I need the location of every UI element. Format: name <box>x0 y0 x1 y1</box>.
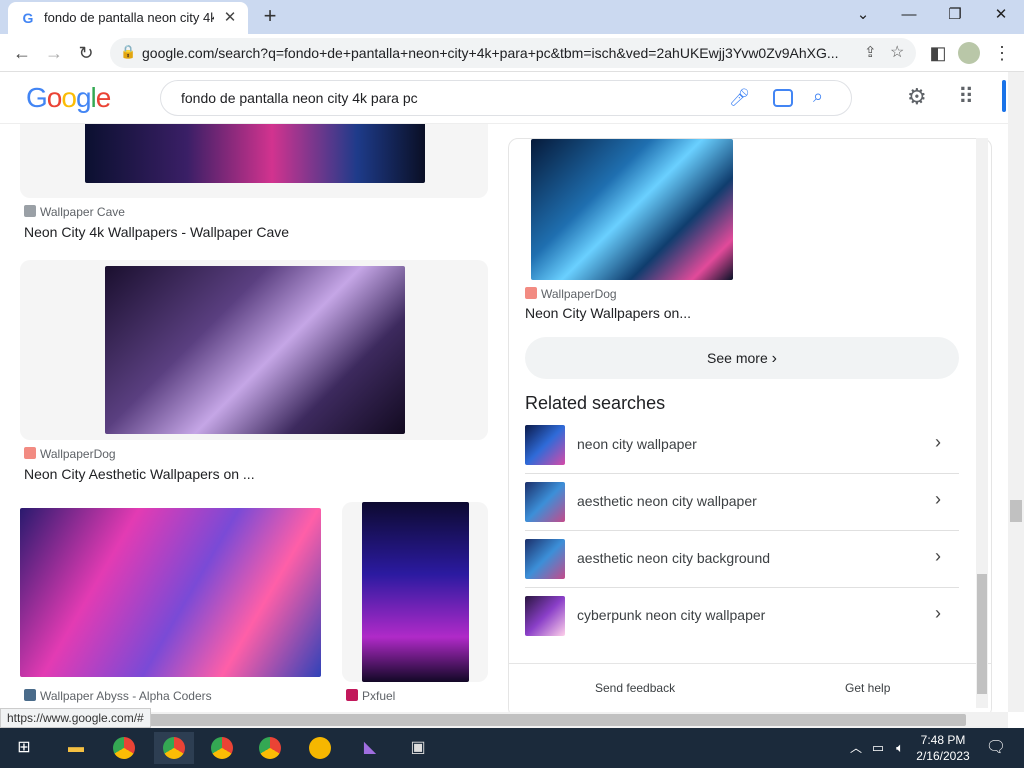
close-tab-icon[interactable]: ✕ <box>220 8 240 28</box>
image-results: Wallpaper Cave Neon City 4k Wallpapers -… <box>0 124 1008 712</box>
new-tab-button[interactable]: + <box>258 5 282 29</box>
close-window-button[interactable]: ✕ <box>986 4 1016 26</box>
image-card[interactable] <box>20 260 488 440</box>
tab-search-icon[interactable]: ⌄ <box>848 4 878 26</box>
result-title[interactable]: Neon City Aesthetic Wallpapers on ... <box>24 466 255 482</box>
image-card[interactable] <box>342 502 488 682</box>
result-source[interactable]: Pxfuel <box>346 689 395 703</box>
chrome-b-icon[interactable] <box>202 732 242 764</box>
related-search-item[interactable]: cyberpunk neon city wallpaper › <box>525 588 959 645</box>
panel-scrollbar-thumb[interactable] <box>977 574 987 694</box>
image-card[interactable] <box>20 124 488 198</box>
chevron-right-icon: › <box>935 432 941 452</box>
visual-studio-icon[interactable]: ◣ <box>350 732 390 764</box>
preview-panel: WallpaperDog Neon City Wallpapers on... … <box>508 138 992 712</box>
see-more-label: See more <box>707 350 768 366</box>
google-header: Google fondo de pantalla neon city 4k pa… <box>0 72 1008 124</box>
app-window-icon[interactable]: ▣ <box>398 732 438 764</box>
result-source[interactable]: Wallpaper Cave <box>24 205 125 219</box>
settings-gear-icon[interactable]: ⚙ <box>907 84 927 110</box>
canary-icon[interactable] <box>300 732 340 764</box>
panel-footer: Send feedback Get help <box>509 663 991 712</box>
search-input[interactable]: fondo de pantalla neon city 4k para pc <box>181 90 418 106</box>
clock-time: 7:48 PM <box>920 733 966 747</box>
restore-button[interactable]: ❐ <box>940 4 970 26</box>
profile-avatar[interactable] <box>958 42 980 64</box>
chevron-right-icon: › <box>935 489 941 509</box>
windows-start-icon[interactable]: ⊞ <box>4 732 44 764</box>
file-explorer-icon[interactable]: ▬ <box>56 732 96 764</box>
result-image[interactable] <box>362 502 469 682</box>
result-image[interactable] <box>85 124 425 183</box>
related-search-item[interactable]: neon city wallpaper › <box>525 417 959 474</box>
forward-icon[interactable]: → <box>42 41 66 65</box>
related-thumbnail <box>525 425 565 465</box>
address-bar[interactable]: 🔒 google.com/search?q=fondo+de+pantalla+… <box>110 38 916 68</box>
profile-sliver[interactable] <box>1002 80 1006 112</box>
chevron-right-icon: › <box>935 546 941 566</box>
related-search-item[interactable]: aesthetic neon city wallpaper › <box>525 474 959 531</box>
related-label: cyberpunk neon city wallpaper <box>577 607 766 623</box>
search-box[interactable]: fondo de pantalla neon city 4k para pc 🎤… <box>160 80 852 116</box>
chrome-icon[interactable] <box>104 732 144 764</box>
minimize-button[interactable]: — <box>894 4 924 26</box>
clock-date: 2/16/2023 <box>916 749 970 763</box>
lock-icon[interactable]: 🔒 <box>120 44 136 60</box>
google-favicon-icon: G <box>22 10 34 26</box>
related-thumbnail <box>525 596 565 636</box>
related-searches-heading: Related searches <box>525 393 666 413</box>
related-label: aesthetic neon city background <box>577 550 771 566</box>
url-text[interactable]: google.com/search?q=fondo+de+pantalla+ne… <box>142 45 854 61</box>
chevron-right-icon: › <box>935 603 941 623</box>
send-feedback-link[interactable]: Send feedback <box>595 681 675 695</box>
vertical-scrollbar[interactable] <box>1008 72 1024 712</box>
result-source[interactable]: Wallpaper Abyss - Alpha Coders <box>24 689 212 703</box>
windows-taskbar: ⊞ ▬ ◣ ▣ ︿ ▭ 🔈︎ 7:48 PM 2/16/2023 🗨︎ <box>0 728 1024 768</box>
back-icon[interactable]: ← <box>10 41 34 65</box>
chrome-profile-icon[interactable] <box>154 732 194 764</box>
tab-strip: G fondo de pantalla neon city 4k pa ✕ + … <box>0 0 1024 34</box>
google-logo[interactable]: Google <box>26 82 111 114</box>
microphone-icon[interactable]: 🎤︎ <box>729 88 751 108</box>
share-icon[interactable]: ⇪ <box>864 43 877 61</box>
related-label: aesthetic neon city wallpaper <box>577 493 757 509</box>
get-help-link[interactable]: Get help <box>845 681 890 695</box>
panel-source[interactable]: WallpaperDog <box>525 287 617 301</box>
result-source[interactable]: WallpaperDog <box>24 447 116 461</box>
chevron-right-icon: › <box>771 350 777 367</box>
panel-image[interactable] <box>531 139 733 280</box>
related-search-item[interactable]: aesthetic neon city background › <box>525 531 959 588</box>
search-icon[interactable]: ⌕ <box>813 86 823 107</box>
chrome-d-icon[interactable] <box>250 732 290 764</box>
related-thumbnail <box>525 482 565 522</box>
notifications-icon[interactable]: 🗨︎ <box>976 732 1016 764</box>
related-thumbnail <box>525 539 565 579</box>
reload-icon[interactable]: ↻ <box>74 41 98 65</box>
result-image[interactable] <box>20 508 321 677</box>
result-image[interactable] <box>105 266 405 434</box>
browser-tab[interactable]: G fondo de pantalla neon city 4k pa ✕ <box>8 2 248 34</box>
bookmark-star-icon[interactable]: ☆ <box>890 42 904 62</box>
status-bar-url: https://www.google.com/# <box>0 708 151 728</box>
clock[interactable]: 7:48 PM 2/16/2023 <box>908 732 978 764</box>
apps-grid-icon[interactable]: ⠿ <box>958 84 974 110</box>
panel-result-title[interactable]: Neon City Wallpapers on... <box>525 305 691 321</box>
menu-kebab-icon[interactable]: ⋮ <box>990 41 1014 65</box>
browser-toolbar: ← → ↻ 🔒 google.com/search?q=fondo+de+pan… <box>0 34 1024 72</box>
vertical-scrollbar-thumb[interactable] <box>1010 500 1022 522</box>
tab-title: fondo de pantalla neon city 4k pa <box>44 10 214 25</box>
result-title[interactable]: Neon City 4k Wallpapers - Wallpaper Cave <box>24 224 289 240</box>
sidepanel-icon[interactable]: ◧ <box>926 41 950 65</box>
related-label: neon city wallpaper <box>577 436 697 452</box>
camera-lens-icon[interactable] <box>773 89 793 107</box>
see-more-button[interactable]: See more › <box>525 337 959 379</box>
